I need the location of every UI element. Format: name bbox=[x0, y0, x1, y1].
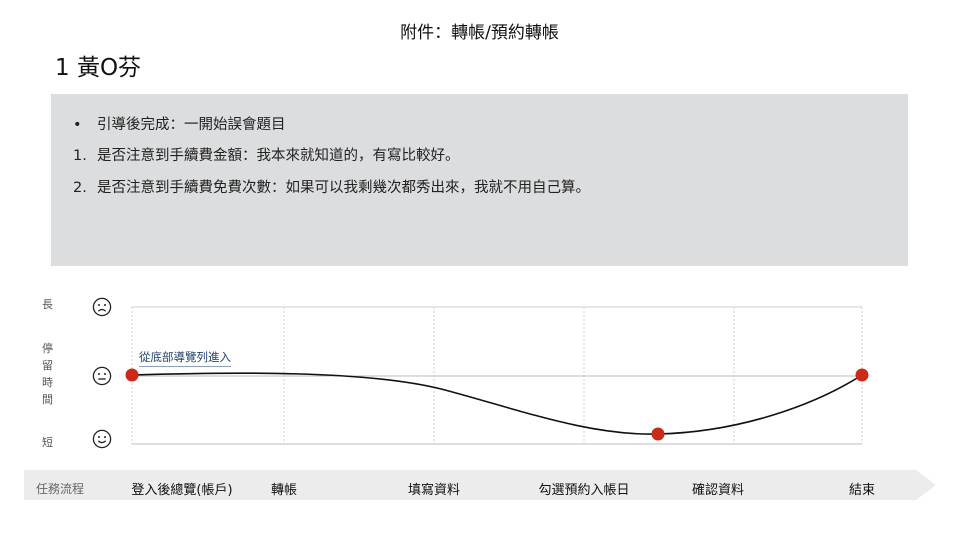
y-label-long: 長 bbox=[42, 298, 53, 311]
y-label-char: 留 bbox=[42, 359, 53, 372]
journey-point-low bbox=[651, 427, 665, 441]
sad-face-icon bbox=[92, 297, 112, 317]
y-label-char: 停 bbox=[42, 342, 53, 355]
start-annotation: 從底部導覽列進入 bbox=[139, 349, 231, 367]
journey-point-start bbox=[125, 368, 139, 382]
y-label-char: 時 bbox=[42, 376, 53, 389]
journey-chart bbox=[125, 306, 869, 445]
happy-face-icon bbox=[92, 429, 112, 449]
stage-label: 勾選預約入帳日 bbox=[538, 483, 630, 498]
stage-label: 登入後總覽(帳戶) bbox=[131, 483, 233, 498]
y-label-char: 間 bbox=[42, 393, 53, 406]
stage-label: 確認資料 bbox=[691, 483, 745, 498]
y-label-short: 短 bbox=[42, 436, 53, 449]
chart-grid bbox=[131, 306, 863, 445]
stage-label: 結束 bbox=[848, 483, 876, 498]
neutral-face-icon bbox=[92, 366, 112, 386]
task-flow-label: 任務流程 bbox=[36, 482, 85, 496]
y-label-duration: 停 留 時 間 bbox=[42, 340, 56, 408]
journey-point-end bbox=[855, 368, 869, 382]
stage-label: 填寫資料 bbox=[407, 483, 461, 498]
stage-label: 轉帳 bbox=[270, 483, 298, 498]
journey-curve bbox=[131, 372, 863, 435]
